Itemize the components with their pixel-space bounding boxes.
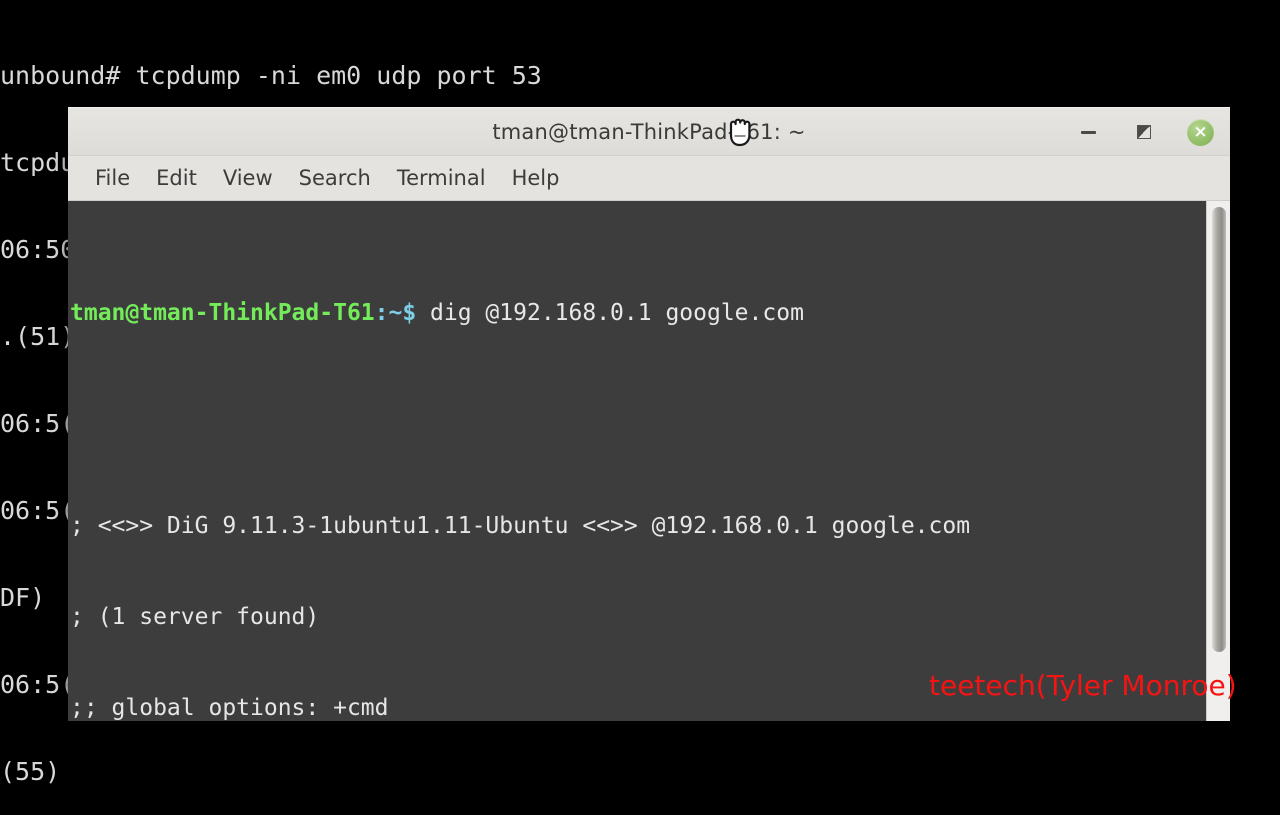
window-controls: × [1075,108,1214,156]
prompt-path: :~$ [375,300,417,326]
terminal-line: ; <<>> DiG 9.11.3-1ubuntu1.11-Ubuntu <<>… [70,511,1206,541]
menu-view[interactable]: View [210,163,286,193]
menu-help[interactable]: Help [499,163,573,193]
terminal-line: ; (1 server found) [70,602,1206,632]
menu-search[interactable]: Search [286,163,384,193]
bg-line: (55) [0,757,1280,786]
terminal-output[interactable]: tman@tman-ThinkPad-T61:~$ dig @192.168.0… [68,201,1206,721]
bg-line: unbound# tcpdump -ni em0 udp port 53 [0,61,1280,90]
terminal-line: ;; global options: +cmd [70,693,1206,721]
close-icon[interactable]: × [1187,119,1214,146]
terminal-body[interactable]: tman@tman-ThinkPad-T61:~$ dig @192.168.0… [68,201,1230,721]
menu-terminal[interactable]: Terminal [384,163,499,193]
menu-file[interactable]: File [82,163,143,193]
prompt-user-host: tman@tman-ThinkPad-T61 [70,300,375,326]
menu-edit[interactable]: Edit [143,163,210,193]
window-title: tman@tman-ThinkPad-T61: ~ [492,120,805,144]
terminal-window[interactable]: tman@tman-ThinkPad-T61: ~ × File Edit Vi… [68,107,1230,720]
vertical-scrollbar[interactable] [1206,201,1230,721]
prompt-space [416,300,430,326]
window-titlebar[interactable]: tman@tman-ThinkPad-T61: ~ × [68,108,1230,156]
close-glyph: × [1187,119,1214,146]
minimize-icon[interactable] [1075,119,1101,145]
maximize-icon[interactable] [1131,119,1157,145]
menubar: File Edit View Search Terminal Help [68,156,1230,201]
terminal-line [70,420,1206,450]
terminal-command: dig @192.168.0.1 google.com [430,300,804,326]
terminal-prompt-line: tman@tman-ThinkPad-T61:~$ dig @192.168.0… [70,298,1206,328]
scrollbar-thumb[interactable] [1212,207,1226,652]
